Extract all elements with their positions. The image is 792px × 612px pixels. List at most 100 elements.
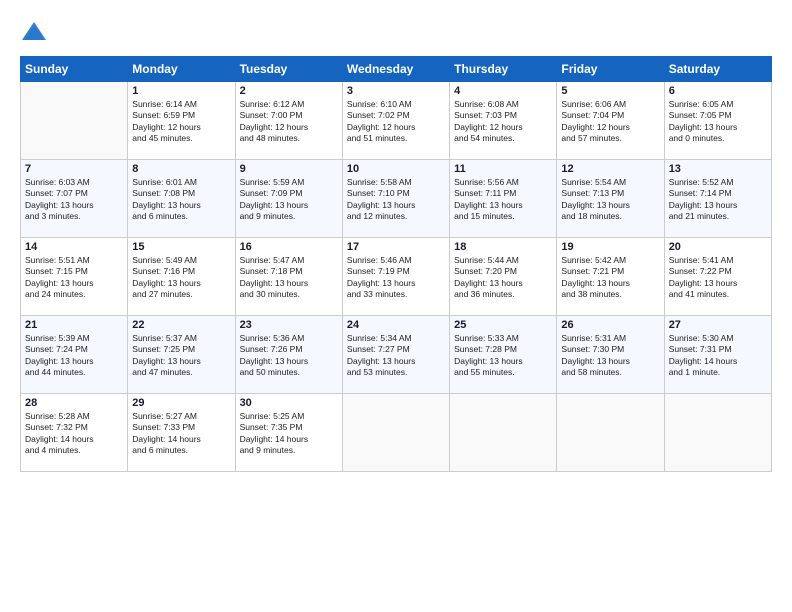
calendar-cell [557,394,664,472]
calendar-cell: 1 Sunrise: 6:14 AM Sunset: 6:59 PM Daylig… [128,82,235,160]
cell-info: Sunrise: 5:44 AM Sunset: 7:20 PM Dayligh… [454,255,552,301]
calendar-cell: 24 Sunrise: 5:34 AM Sunset: 7:27 PM Dayli… [342,316,449,394]
day-number: 12 [561,163,659,175]
day-number: 23 [240,319,338,331]
day-number: 21 [25,319,123,331]
calendar-cell [450,394,557,472]
cell-info: Sunrise: 5:46 AM Sunset: 7:19 PM Dayligh… [347,255,445,301]
col-header-thursday: Thursday [450,57,557,82]
week-row-2: 7 Sunrise: 6:03 AM Sunset: 7:07 PM Daylig… [21,160,772,238]
calendar-cell: 4Sunrise: 6:08 AM Sunset: 7:03 PM Daylig… [450,82,557,160]
day-number: 17 [347,241,445,253]
day-number: 29 [132,397,230,409]
calendar-cell: 6 Sunrise: 6:05 AM Sunset: 7:05 PM Daylig… [664,82,771,160]
calendar-cell: 5Sunrise: 6:06 AM Sunset: 7:04 PM Daylig… [557,82,664,160]
cell-info: Sunrise: 5:59 AM Sunset: 7:09 PM Dayligh… [240,177,338,223]
cell-info: Sunrise: 5:56 AM Sunset: 7:11 PM Dayligh… [454,177,552,223]
day-number: 9 [240,163,338,175]
week-row-5: 28Sunrise: 5:28 AM Sunset: 7:32 PM Dayli… [21,394,772,472]
col-header-wednesday: Wednesday [342,57,449,82]
cell-info: Sunrise: 5:30 AM Sunset: 7:31 PM Dayligh… [669,333,767,379]
cell-info: Sunrise: 5:25 AM Sunset: 7:35 PM Dayligh… [240,411,338,457]
calendar-cell: 23 Sunrise: 5:36 AM Sunset: 7:26 PM Dayli… [235,316,342,394]
day-number: 30 [240,397,338,409]
calendar-cell [342,394,449,472]
calendar-cell: 3 Sunrise: 6:10 AM Sunset: 7:02 PM Daylig… [342,82,449,160]
calendar-cell: 21Sunrise: 5:39 AM Sunset: 7:24 PM Dayli… [21,316,128,394]
calendar-cell: 2 Sunrise: 6:12 AM Sunset: 7:00 PM Daylig… [235,82,342,160]
calendar-cell: 17 Sunrise: 5:46 AM Sunset: 7:19 PM Dayli… [342,238,449,316]
day-number: 3 [347,85,445,97]
cell-info: Sunrise: 5:49 AM Sunset: 7:16 PM Dayligh… [132,255,230,301]
calendar-cell: 7 Sunrise: 6:03 AM Sunset: 7:07 PM Daylig… [21,160,128,238]
day-number: 19 [561,241,659,253]
calendar-cell: 29 Sunrise: 5:27 AM Sunset: 7:33 PM Dayli… [128,394,235,472]
calendar-cell: 8 Sunrise: 6:01 AM Sunset: 7:08 PM Daylig… [128,160,235,238]
header-row: SundayMondayTuesdayWednesdayThursdayFrid… [21,57,772,82]
week-row-3: 14 Sunrise: 5:51 AM Sunset: 7:15 PM Dayli… [21,238,772,316]
day-number: 6 [669,85,767,97]
col-header-sunday: Sunday [21,57,128,82]
col-header-saturday: Saturday [664,57,771,82]
calendar-cell: 10Sunrise: 5:58 AM Sunset: 7:10 PM Dayli… [342,160,449,238]
day-number: 1 [132,85,230,97]
cell-info: Sunrise: 6:14 AM Sunset: 6:59 PM Dayligh… [132,99,230,145]
cell-info: Sunrise: 5:47 AM Sunset: 7:18 PM Dayligh… [240,255,338,301]
day-number: 2 [240,85,338,97]
cell-info: Sunrise: 6:08 AM Sunset: 7:03 PM Dayligh… [454,99,552,145]
cell-info: Sunrise: 6:12 AM Sunset: 7:00 PM Dayligh… [240,99,338,145]
calendar-cell [664,394,771,472]
day-number: 22 [132,319,230,331]
cell-info: Sunrise: 5:37 AM Sunset: 7:25 PM Dayligh… [132,333,230,379]
cell-info: Sunrise: 6:01 AM Sunset: 7:08 PM Dayligh… [132,177,230,223]
day-number: 14 [25,241,123,253]
day-number: 20 [669,241,767,253]
cell-info: Sunrise: 5:31 AM Sunset: 7:30 PM Dayligh… [561,333,659,379]
header-area [20,18,772,46]
col-header-tuesday: Tuesday [235,57,342,82]
col-header-friday: Friday [557,57,664,82]
cell-info: Sunrise: 6:05 AM Sunset: 7:05 PM Dayligh… [669,99,767,145]
day-number: 7 [25,163,123,175]
day-number: 15 [132,241,230,253]
calendar-cell: 19 Sunrise: 5:42 AM Sunset: 7:21 PM Dayli… [557,238,664,316]
cell-info: Sunrise: 5:27 AM Sunset: 7:33 PM Dayligh… [132,411,230,457]
calendar-cell [21,82,128,160]
cell-info: Sunrise: 5:58 AM Sunset: 7:10 PM Dayligh… [347,177,445,223]
day-number: 26 [561,319,659,331]
cell-info: Sunrise: 5:51 AM Sunset: 7:15 PM Dayligh… [25,255,123,301]
calendar-cell: 20 Sunrise: 5:41 AM Sunset: 7:22 PM Dayli… [664,238,771,316]
calendar-cell: 14 Sunrise: 5:51 AM Sunset: 7:15 PM Dayli… [21,238,128,316]
calendar-cell: 9 Sunrise: 5:59 AM Sunset: 7:09 PM Daylig… [235,160,342,238]
calendar-cell: 13Sunrise: 5:52 AM Sunset: 7:14 PM Dayli… [664,160,771,238]
calendar-cell: 16Sunrise: 5:47 AM Sunset: 7:18 PM Dayli… [235,238,342,316]
calendar-cell: 11 Sunrise: 5:56 AM Sunset: 7:11 PM Dayli… [450,160,557,238]
cell-info: Sunrise: 6:03 AM Sunset: 7:07 PM Dayligh… [25,177,123,223]
day-number: 28 [25,397,123,409]
week-row-1: 1 Sunrise: 6:14 AM Sunset: 6:59 PM Daylig… [21,82,772,160]
col-header-monday: Monday [128,57,235,82]
calendar-cell: 18Sunrise: 5:44 AM Sunset: 7:20 PM Dayli… [450,238,557,316]
cell-info: Sunrise: 5:52 AM Sunset: 7:14 PM Dayligh… [669,177,767,223]
calendar-cell: 27 Sunrise: 5:30 AM Sunset: 7:31 PM Dayli… [664,316,771,394]
day-number: 25 [454,319,552,331]
day-number: 11 [454,163,552,175]
calendar-cell: 25 Sunrise: 5:33 AM Sunset: 7:28 PM Dayli… [450,316,557,394]
day-number: 24 [347,319,445,331]
cell-info: Sunrise: 5:34 AM Sunset: 7:27 PM Dayligh… [347,333,445,379]
cell-info: Sunrise: 5:33 AM Sunset: 7:28 PM Dayligh… [454,333,552,379]
cell-info: Sunrise: 6:10 AM Sunset: 7:02 PM Dayligh… [347,99,445,145]
calendar-table: SundayMondayTuesdayWednesdayThursdayFrid… [20,56,772,472]
calendar-cell: 22 Sunrise: 5:37 AM Sunset: 7:25 PM Dayli… [128,316,235,394]
calendar-cell: 28Sunrise: 5:28 AM Sunset: 7:32 PM Dayli… [21,394,128,472]
cell-info: Sunrise: 6:06 AM Sunset: 7:04 PM Dayligh… [561,99,659,145]
day-number: 8 [132,163,230,175]
week-row-4: 21Sunrise: 5:39 AM Sunset: 7:24 PM Dayli… [21,316,772,394]
cell-info: Sunrise: 5:41 AM Sunset: 7:22 PM Dayligh… [669,255,767,301]
day-number: 27 [669,319,767,331]
logo-icon [20,18,48,46]
cell-info: Sunrise: 5:36 AM Sunset: 7:26 PM Dayligh… [240,333,338,379]
cell-info: Sunrise: 5:54 AM Sunset: 7:13 PM Dayligh… [561,177,659,223]
cell-info: Sunrise: 5:42 AM Sunset: 7:21 PM Dayligh… [561,255,659,301]
logo [20,18,54,46]
